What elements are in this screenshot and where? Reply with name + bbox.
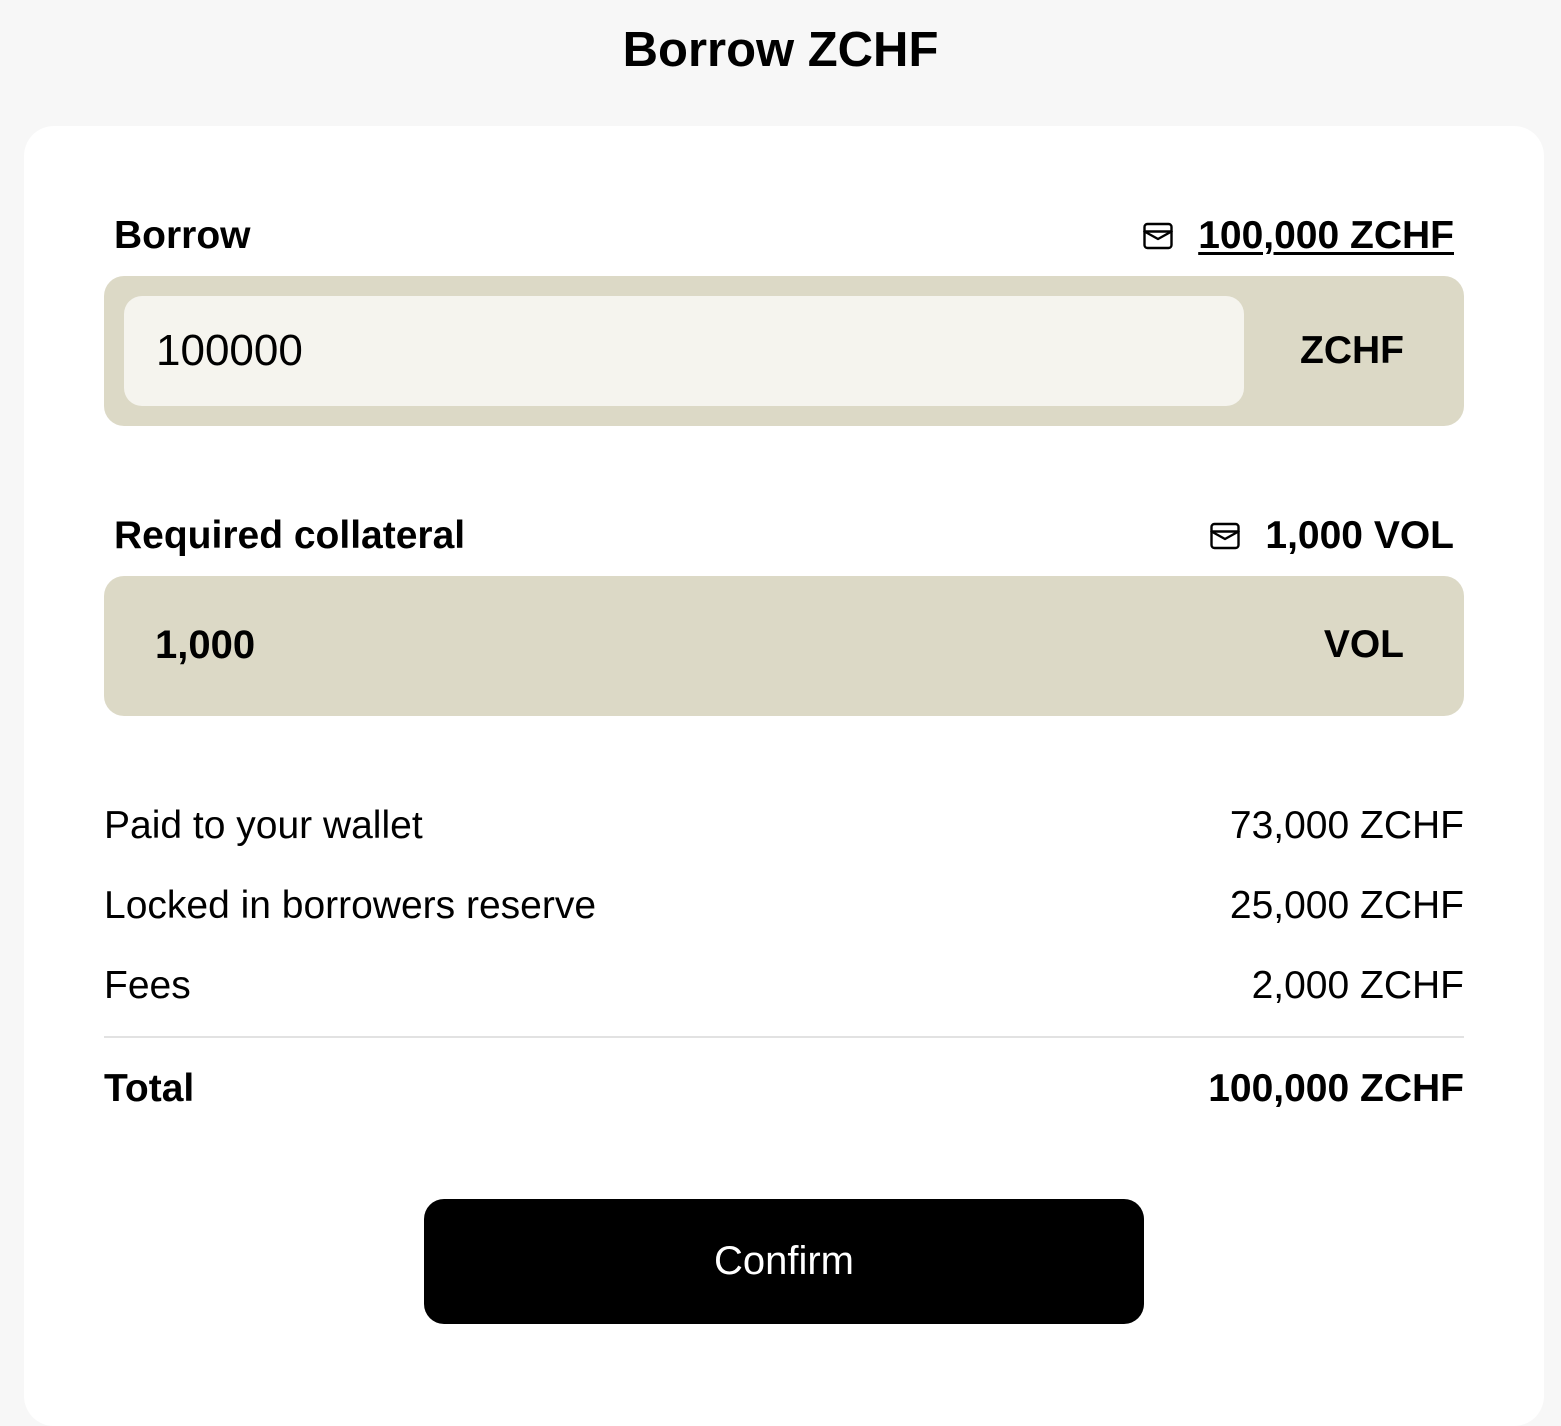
summary-row: Fees 2,000 ZCHF [104,963,1464,1009]
wallet-icon [1140,218,1176,254]
collateral-balance: 1,000 VOL [1207,514,1454,558]
max-balance-link[interactable]: 100,000 ZCHF [1198,214,1454,258]
borrow-card: Borrow 100,000 ZCHF ZCHF Required collat… [24,126,1544,1426]
borrow-label: Borrow [114,214,251,257]
summary-row: Locked in borrowers reserve 25,000 ZCHF [104,883,1464,929]
page-title: Borrow ZCHF [622,23,939,77]
borrow-header: Borrow 100,000 ZCHF [114,211,1454,261]
borrow-unit: ZCHF [1300,329,1404,372]
summary-label: Locked in borrowers reserve [104,884,597,927]
summary-value: 25,000 ZCHF [1229,884,1464,927]
wallet-icon [1207,518,1243,554]
borrow-input-container: ZCHF [104,276,1464,426]
collateral-unit: VOL [1323,623,1404,666]
borrow-amount-input[interactable] [124,296,1244,406]
collateral-header: Required collateral 1,000 VOL [114,511,1454,561]
total-value: 100,000 ZCHF [1208,1067,1464,1110]
total-label: Total [104,1067,195,1110]
summary-value: 2,000 ZCHF [1251,964,1464,1007]
total-row: Total 100,000 ZCHF [104,1066,1464,1112]
confirm-button[interactable]: Confirm [424,1199,1144,1324]
borrow-balance: 100,000 ZCHF [1140,214,1454,258]
summary-label: Fees [104,964,191,1007]
collateral-value: 1,000 [155,623,256,667]
collateral-label: Required collateral [114,514,466,557]
summary-label: Paid to your wallet [104,804,423,847]
summary-divider [104,1036,1464,1038]
collateral-display: 1,000 VOL [104,576,1464,716]
summary-row: Paid to your wallet 73,000 ZCHF [104,803,1464,849]
collateral-balance-value: 1,000 VOL [1265,514,1454,557]
summary-value: 73,000 ZCHF [1229,804,1464,847]
